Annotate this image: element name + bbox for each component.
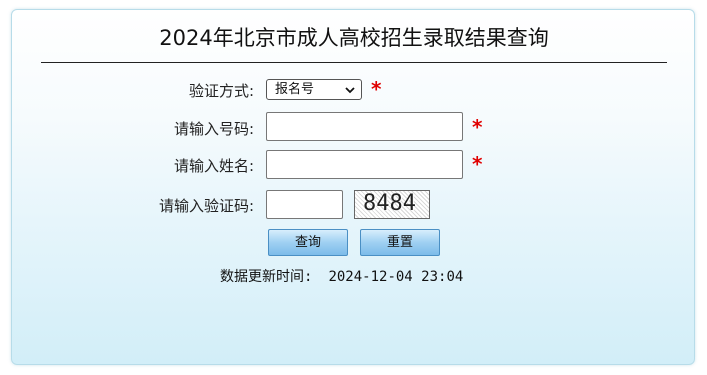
query-button[interactable]: 查询 xyxy=(268,229,348,256)
number-label: 请输入号码: xyxy=(173,120,254,138)
name-required-mark: * xyxy=(472,152,483,176)
update-time-row: 数据更新时间: 2024-12-04 23:04 xyxy=(220,266,463,286)
query-panel: 2024年北京市成人高校招生录取结果查询 验证方式: 报名号 * 请输入号码: … xyxy=(11,9,695,365)
verify-method-label: 验证方式: xyxy=(188,82,254,100)
update-time-label: 数据更新时间: xyxy=(220,269,313,285)
name-input[interactable] xyxy=(266,150,463,179)
captcha-code: 8484 xyxy=(363,191,416,216)
captcha-label: 请输入验证码: xyxy=(158,197,254,215)
page-title: 2024年北京市成人高校招生录取结果查询 xyxy=(159,26,549,50)
captcha-image[interactable]: 8484 xyxy=(354,190,430,219)
chevron-down-icon xyxy=(345,87,355,94)
number-input[interactable] xyxy=(266,112,463,141)
captcha-input[interactable] xyxy=(266,190,343,219)
name-label: 请输入姓名: xyxy=(173,157,254,175)
number-required-mark: * xyxy=(472,115,483,139)
verify-method-selected: 报名号 xyxy=(275,82,315,97)
update-time-value: 2024-12-04 23:04 xyxy=(328,269,464,285)
verify-method-required-mark: * xyxy=(371,77,382,101)
verify-method-select[interactable]: 报名号 xyxy=(266,79,362,100)
title-divider xyxy=(41,62,667,63)
reset-button[interactable]: 重置 xyxy=(360,229,440,256)
